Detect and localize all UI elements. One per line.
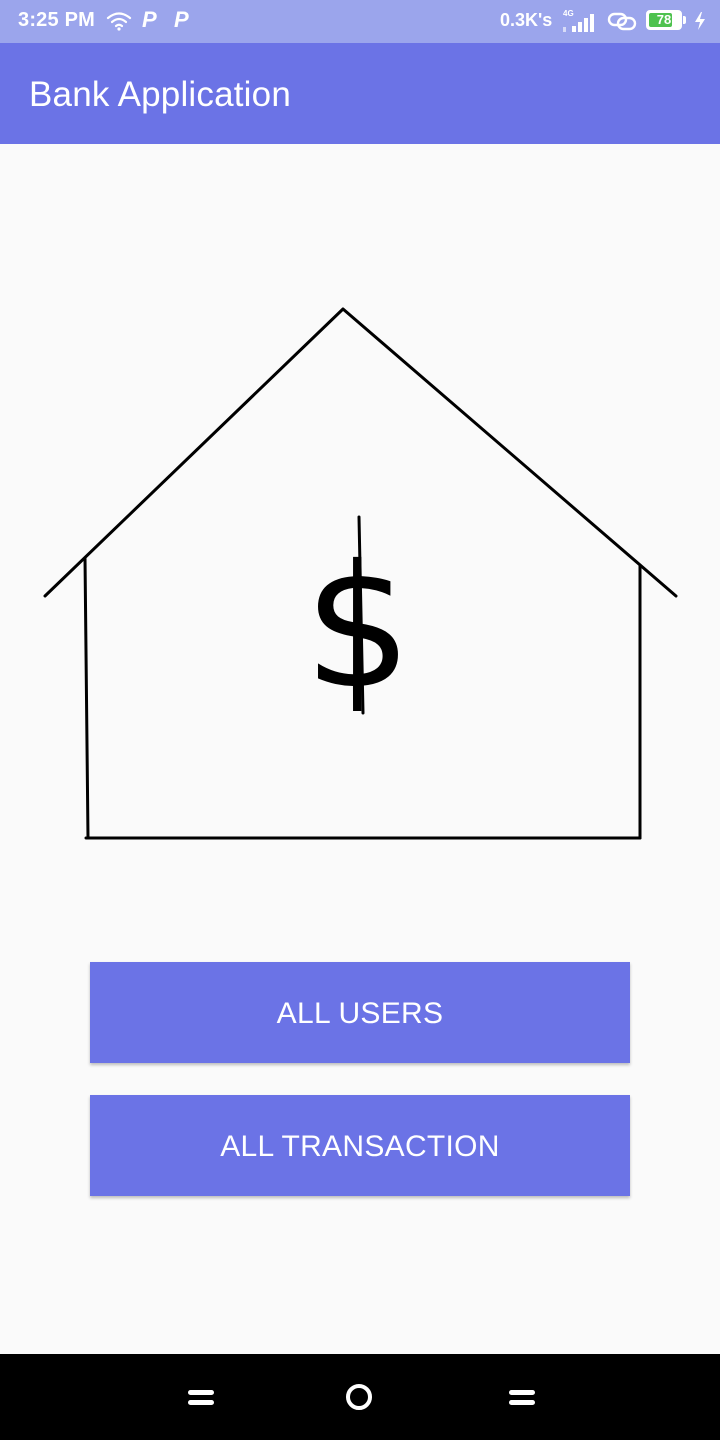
link-icon [607,12,637,31]
all-transaction-button[interactable]: ALL TRANSACTION [90,1095,630,1196]
back-icon[interactable] [507,1382,537,1412]
menu-icon[interactable] [186,1382,216,1412]
signal-icon: 4G [563,9,594,32]
home-icon[interactable] [343,1382,375,1414]
app-bar: Bank Application [0,43,720,144]
parking-notification-icon: P [174,7,189,32]
all-users-button[interactable]: ALL USERS [90,962,630,1063]
bank-house-icon: $ [43,307,678,840]
battery-icon: 78 [646,10,682,30]
network-speed: 0.3K's [500,10,553,30]
dollar-symbol: $ [304,529,412,727]
wifi-icon [106,12,132,31]
status-bar: 3:25 PM P P 0.3K's 4G 78 [0,0,720,43]
battery-tip [683,16,686,24]
navigation-bar [0,1354,720,1440]
status-time: 3:25 PM [18,9,95,31]
app-title: Bank Application [29,75,291,114]
house-left-wall [83,556,90,840]
battery-level: 78 [656,12,672,27]
network-type: 4G [563,9,574,18]
parking-notification-icon: P [142,7,157,32]
screen: 3:25 PM P P 0.3K's 4G 78 Bank Applicatio… [0,0,720,1440]
charging-icon [695,12,705,30]
